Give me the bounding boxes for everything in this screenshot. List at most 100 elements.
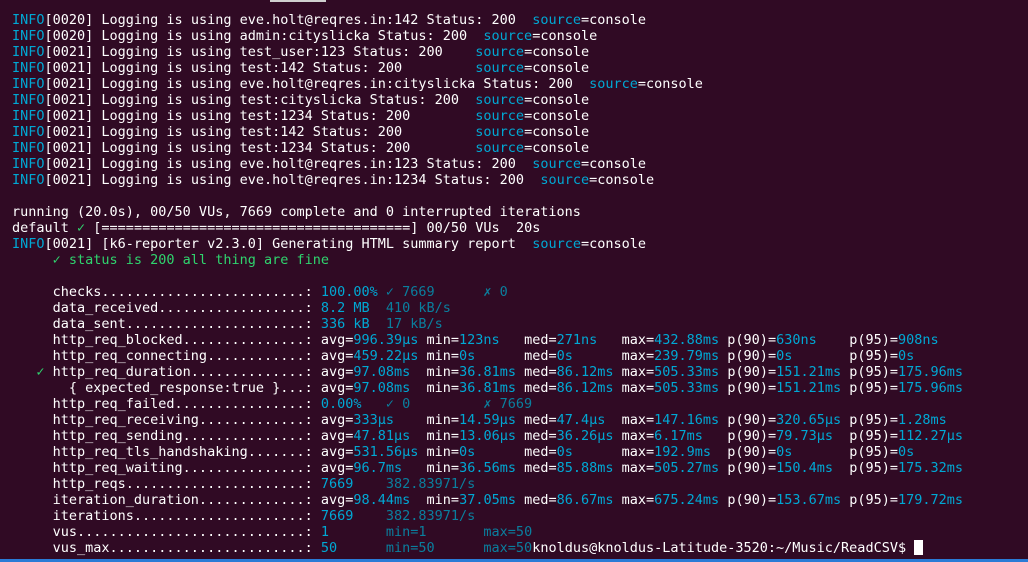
terminal-text: 0s (776, 348, 793, 364)
terminal-text: INFO (12, 156, 45, 172)
terminal-text: INFO (12, 124, 45, 140)
terminal-text: min= (410, 428, 460, 444)
terminal-text: =console (580, 236, 646, 252)
terminal-line: iteration_duration.............: avg=98.… (12, 492, 1022, 508)
terminal-text: p(95)= (841, 364, 899, 380)
terminal-text: med= (515, 364, 557, 380)
terminal-text: [0021] Logging is using eve.holt@reqres.… (44, 156, 533, 172)
terminal-line: INFO[0021] Logging is using test:citysli… (12, 92, 1022, 108)
scrollbar-thumb[interactable] (270, 0, 326, 2)
terminal-text: INFO (12, 60, 45, 76)
terminal-text: 7669 (320, 508, 354, 524)
terminal-text: source (475, 140, 525, 156)
terminal-text: 13.06µs (459, 428, 516, 444)
terminal-line: vus............................: 1 min=1… (12, 524, 1022, 540)
terminal-text: data_sent......................: (12, 316, 321, 332)
terminal-line: vus_max........................: 50 min=… (12, 540, 1022, 556)
terminal-text: 86.12ms (556, 380, 614, 396)
terminal-text: p(90)= (719, 364, 777, 380)
terminal-text: 432.88ms (654, 332, 720, 348)
terminal-line: checks.........................: 100.00%… (12, 284, 1022, 300)
terminal-text: 97.08ms (353, 380, 411, 396)
terminal-text: 153.67ms (776, 492, 842, 508)
terminal-text: 175.96ms (898, 380, 964, 396)
terminal-line: INFO[0021] Logging is using eve.holt@req… (12, 76, 1022, 92)
terminal-text: 150.4ms (776, 460, 833, 476)
terminal-text: source (540, 172, 590, 188)
terminal-line: INFO[0020] Logging is using admin:citysl… (12, 28, 1022, 44)
terminal-text: min=50 max=50 (337, 540, 533, 556)
terminal-text: p(95)= (792, 444, 899, 460)
terminal-window[interactable]: INFO[0020] Logging is using eve.holt@req… (0, 0, 1028, 562)
terminal-text: vus............................: (12, 524, 321, 540)
terminal-text: 505.33ms (654, 364, 720, 380)
terminal-text: max= (613, 364, 655, 380)
terminal-text: min= (418, 332, 460, 348)
terminal-text: INFO (12, 92, 45, 108)
terminal-text: 179.72ms (898, 492, 964, 508)
terminal-output: INFO[0020] Logging is using eve.holt@req… (12, 12, 1022, 556)
terminal-text: p(90)= (719, 492, 777, 508)
terminal-text: max= (597, 332, 655, 348)
terminal-text: 151.21ms (776, 380, 842, 396)
terminal-text: p(90)= (719, 412, 777, 428)
terminal-text: source (475, 108, 525, 124)
terminal-text: 1 (320, 524, 329, 540)
terminal-line: default ✓ [=============================… (12, 220, 1022, 236)
terminal-line: http_req_tls_handshaking.......: avg=531… (12, 444, 1022, 460)
terminal-line: INFO[0021] Logging is using eve.holt@req… (12, 156, 1022, 172)
terminal-text: max= (613, 428, 655, 444)
terminal-text: 333µs (353, 412, 395, 428)
terminal-text: min= (394, 412, 460, 428)
terminal-line: INFO[0020] Logging is using eve.holt@req… (12, 12, 1022, 28)
terminal-text: 459.22µs (353, 348, 419, 364)
terminal-text: [0020] Logging is using eve.holt@reqres.… (44, 12, 533, 28)
terminal-text: 17 kB/s (369, 316, 443, 332)
terminal-line: INFO[0021] [k6-reporter v2.3.0] Generati… (12, 236, 1022, 252)
terminal-text: 0s (898, 348, 915, 364)
terminal-text: 996.39µs (353, 332, 419, 348)
terminal-text: min= (410, 492, 460, 508)
terminal-line: running (20.0s), 00/50 VUs, 7669 complet… (12, 204, 1022, 220)
terminal-text: p(95)= (841, 492, 899, 508)
terminal-text: 112.27µs (898, 428, 964, 444)
terminal-text: =console (524, 92, 590, 108)
terminal-text: p(95)= (816, 332, 898, 348)
terminal-text: p(90)= (719, 332, 777, 348)
terminal-text: p(90)= (719, 460, 777, 476)
terminal-text: med= (515, 428, 557, 444)
terminal-text: 86.67ms (556, 492, 614, 508)
terminal-text: INFO (12, 108, 45, 124)
terminal-text: =console (524, 140, 590, 156)
terminal-text: p(90)= (711, 444, 777, 460)
terminal-line: INFO[0021] Logging is using test:142 Sta… (12, 60, 1022, 76)
terminal-text: 0s (556, 444, 573, 460)
terminal-text: source (475, 124, 525, 140)
terminal-text: med= (515, 492, 557, 508)
cursor-block (914, 540, 924, 555)
terminal-text: 37.05ms (459, 492, 516, 508)
terminal-text: INFO (12, 12, 45, 28)
terminal-text: 908ns (898, 332, 939, 348)
terminal-text: http_req_blocked...............: avg= (12, 332, 354, 348)
terminal-text: 98.44ms (353, 492, 411, 508)
terminal-text: min= (410, 380, 460, 396)
terminal-line: INFO[0021] Logging is using test_user:12… (12, 44, 1022, 60)
terminal-text: [0021] Logging is using eve.holt@reqres.… (44, 172, 541, 188)
terminal-text: 47.81µs (353, 428, 411, 444)
terminal-text: 147.16ms (654, 412, 720, 428)
terminal-text: 675.24ms (654, 492, 720, 508)
terminal-text: ✓ 0 ✗ 7669 (361, 396, 533, 412)
terminal-text: 505.33ms (654, 380, 720, 396)
terminal-text: http_reqs......................: (12, 476, 321, 492)
terminal-text: 175.32ms (898, 460, 964, 476)
terminal-text: source (483, 28, 533, 44)
terminal-text: http_req_connecting............: avg= (12, 348, 354, 364)
terminal-text: http_req_sending...............: avg= (12, 428, 354, 444)
terminal-text: 79.73µs (776, 428, 833, 444)
terminal-text: 36.81ms (459, 364, 516, 380)
terminal-text: med= (475, 444, 557, 460)
terminal-text: [0021] Logging is using test:1234 Status… (44, 108, 476, 124)
terminal-text: 0s (776, 444, 793, 460)
